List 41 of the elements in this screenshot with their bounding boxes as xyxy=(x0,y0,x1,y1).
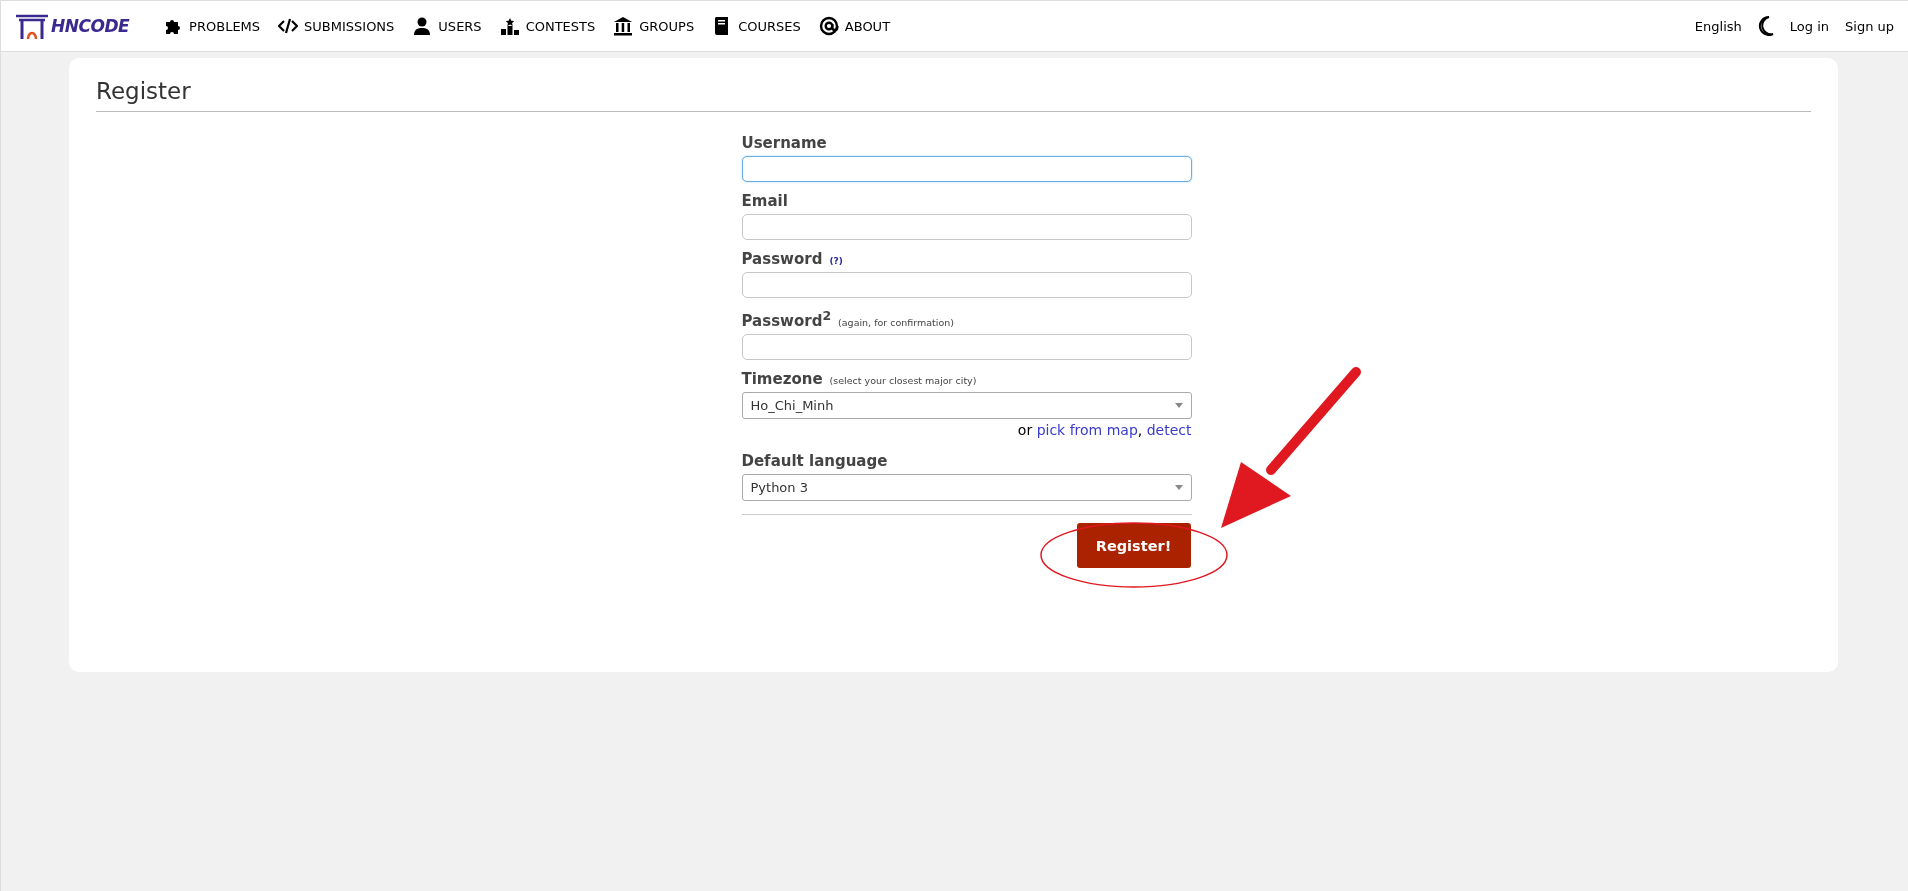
page-title: Register xyxy=(96,78,1811,112)
code-icon xyxy=(278,16,299,36)
select-field[interactable]: Ho_Chi_Minh xyxy=(741,392,1192,419)
user-icon xyxy=(412,16,433,36)
text-field[interactable] xyxy=(741,156,1192,182)
link[interactable]: detect xyxy=(1146,422,1192,438)
nav-link[interactable]: SUBMISSIONS xyxy=(278,16,395,36)
field-hint: (select your closest major city) xyxy=(829,375,977,386)
field-hint: (again, for confirmation) xyxy=(838,317,954,328)
podium-icon xyxy=(499,16,520,36)
language-link[interactable]: English xyxy=(1694,18,1742,34)
caret-icon xyxy=(1174,403,1183,408)
login-link[interactable]: Log in xyxy=(1789,18,1829,34)
signup-link[interactable]: Sign up xyxy=(1845,18,1894,34)
field-label: Timezone xyxy=(741,370,823,388)
logo-text[interactable]: HNCODE xyxy=(51,16,130,36)
field-label: Username xyxy=(741,134,827,152)
nav-link[interactable]: GROUPS xyxy=(613,16,695,36)
field-label: Default language xyxy=(741,452,888,470)
nav-link[interactable]: ABOUT xyxy=(818,16,891,36)
comma-text: , xyxy=(1137,422,1143,438)
bank-icon xyxy=(613,16,634,36)
help-link[interactable]: (?) xyxy=(829,256,843,266)
link[interactable]: pick from map xyxy=(1036,422,1138,438)
gate-logo-icon xyxy=(15,12,49,40)
text-field[interactable] xyxy=(741,214,1192,240)
field-label: Password xyxy=(741,250,823,268)
or-text: or xyxy=(1017,422,1033,438)
nav-link[interactable]: USERS xyxy=(412,16,482,36)
nav-link[interactable]: PROBLEMS xyxy=(163,16,261,36)
nav-link[interactable]: CONTESTS xyxy=(499,16,596,36)
text-field[interactable] xyxy=(741,272,1192,298)
nav-link[interactable]: COURSES xyxy=(712,16,801,36)
field-label: Email xyxy=(741,192,788,210)
caret-icon xyxy=(1174,485,1183,490)
text-field[interactable] xyxy=(741,334,1192,360)
select-field[interactable]: Python 3 xyxy=(741,474,1192,501)
register-button[interactable]: Register! xyxy=(1076,523,1191,568)
field-label: Password$^{2}$ xyxy=(741,308,832,330)
moon-icon[interactable] xyxy=(1757,16,1774,36)
at-icon xyxy=(818,16,839,36)
